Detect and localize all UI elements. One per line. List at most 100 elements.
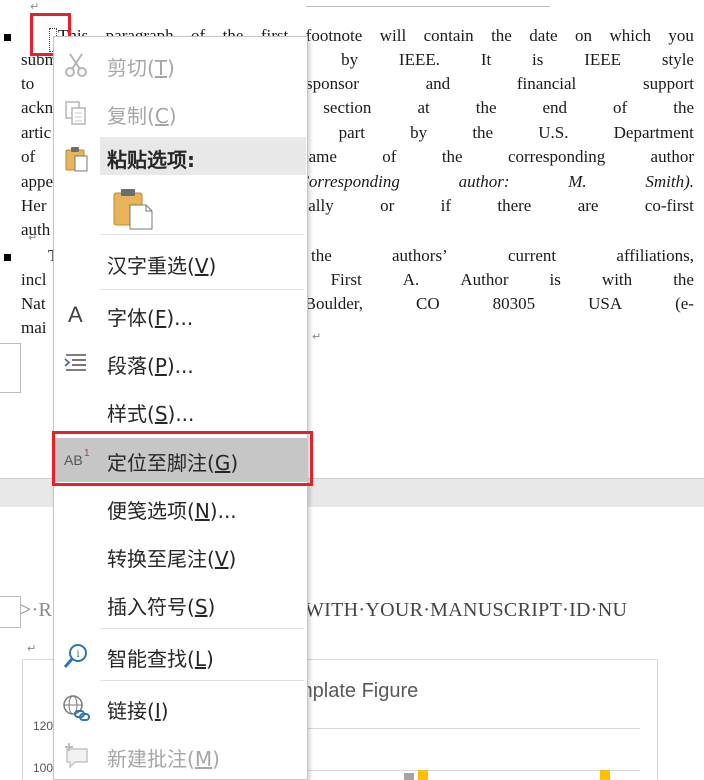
menu-item-paragraph[interactable]: 段落(P)... [54, 341, 307, 385]
menu-item-label: 字体(F)... [107, 306, 194, 330]
menu-item-cut[interactable]: 剪切(T) [54, 43, 307, 87]
chart-bar [600, 770, 610, 780]
text-word: M. [568, 172, 587, 191]
paragraph-mark: ↵ [27, 642, 37, 655]
menu-item-label: 链接(I) [107, 699, 169, 723]
page-margin-marker-2 [0, 596, 21, 628]
menu-item-new-comment[interactable]: 新建批注(M) [54, 734, 307, 778]
text-word: on [575, 26, 593, 45]
text-word: IEEE. [398, 50, 440, 69]
scissors-icon [62, 51, 90, 79]
text-word: appe [21, 172, 54, 191]
text-word: footnote [305, 26, 363, 45]
menu-item-font[interactable]: A 字体(F)... [54, 293, 307, 337]
text-word: you [668, 26, 694, 45]
menu-item-insert-symbol[interactable]: 插入符号(S) [54, 582, 307, 626]
menu-item-label: 剪切(T) [107, 56, 175, 80]
text-word: section [323, 98, 372, 117]
text-word: mai [21, 318, 47, 337]
context-menu: 剪切(T) 复制(C) 粘贴选项: 汉字重选(V) A 字体(F)... 段落( [53, 36, 308, 780]
clipboard-icon [62, 145, 90, 173]
text-word: end [542, 98, 568, 117]
text-word: Smith). [645, 172, 694, 191]
text-word: date [529, 26, 558, 45]
text-word: First [330, 270, 362, 289]
paragraph-mark: ↵ [312, 330, 322, 343]
menu-item-styles[interactable]: 样式(S)... [54, 389, 307, 433]
svg-text:i: i [76, 649, 79, 660]
text-word: 80305 [492, 294, 536, 313]
section-heading-tail: WITH·YOUR·MANUSCRIPT·ID·NU [305, 599, 628, 621]
text-word: author: [458, 172, 510, 191]
text-word: Nat [21, 294, 46, 313]
paragraph-icon [62, 349, 90, 377]
new-comment-icon [62, 742, 90, 770]
text-word: part [338, 123, 365, 142]
text-word: by [341, 50, 359, 69]
smart-lookup-icon: i [62, 642, 90, 670]
text-word: by [410, 123, 428, 142]
section-heading-lead: >·R [20, 599, 53, 621]
text-word: at [417, 98, 430, 117]
text-word: Boulder, [304, 294, 364, 313]
text-word: corresponding [507, 147, 606, 166]
chart-bar [404, 773, 414, 780]
paragraph-mark: ↵ [28, 231, 38, 244]
menu-item-note-options[interactable]: 便笺选项(N)... [54, 486, 307, 530]
menu-separator [100, 234, 304, 235]
menu-item-smart-lookup[interactable]: i 智能查找(L) [54, 634, 307, 678]
page-top-rule [306, 0, 550, 7]
text-word: (e- [675, 294, 694, 313]
menu-item-label: 转换至尾注(V) [107, 547, 237, 571]
copy-icon [62, 99, 90, 127]
menu-separator [100, 680, 304, 681]
text-word: Department [613, 123, 694, 142]
menu-separator [100, 628, 304, 629]
text-word: U.S. [538, 123, 569, 142]
menu-item-convert-to-endnote[interactable]: 转换至尾注(V) [54, 534, 307, 578]
menu-item-label: 智能查找(L) [107, 647, 214, 671]
paste-keep-source-button[interactable] [112, 187, 156, 231]
menu-item-label: 便笺选项(N)... [107, 499, 237, 523]
menu-item-label: 汉字重选(V) [107, 254, 217, 278]
text-word: with [601, 270, 633, 289]
chart-bar [418, 770, 428, 780]
paragraph-mark: ↵ [30, 0, 40, 13]
text-word: the [491, 26, 512, 45]
text-word: of [21, 147, 36, 166]
text-word: to [21, 74, 35, 93]
menu-item-label: 插入符号(S) [107, 595, 216, 619]
text-word: the [441, 147, 463, 166]
text-word: is [532, 50, 544, 69]
text-word: IEEE [584, 50, 622, 69]
paste-options-header: 粘贴选项: [100, 137, 306, 175]
menu-item-label: 段落(P)... [107, 354, 194, 378]
text-word: of [613, 98, 628, 117]
text-word: A. [402, 270, 420, 289]
text-word: the [310, 246, 332, 265]
menu-item-label: 样式(S)... [107, 402, 195, 426]
chart-gridline [300, 728, 640, 729]
menu-item-link[interactable]: 链接(I) [54, 686, 307, 730]
text-word: support [642, 74, 694, 93]
text-word: current [508, 246, 557, 265]
paragraph-bullet-marker [4, 254, 11, 261]
go-to-footnote-highlight [52, 431, 313, 486]
text-word: sponsor [306, 74, 359, 93]
menu-item-label: 新建批注(M) [107, 747, 220, 771]
text-word: financial [516, 74, 577, 93]
menu-item-reconvert[interactable]: 汉字重选(V) [54, 241, 307, 285]
chart-title: mplate Figure [296, 680, 419, 702]
text-word: Author [460, 270, 509, 289]
text-word: incl [21, 270, 47, 289]
text-word: and [425, 74, 451, 93]
text-word: will [379, 26, 407, 45]
text-word: authors’ [392, 246, 448, 265]
menu-item-copy[interactable]: 复制(C) [54, 91, 307, 135]
section-heading[interactable]: >·R WITH·YOUR·MANUSCRIPT·ID·NU [20, 599, 627, 622]
link-icon [62, 694, 90, 722]
text-word: if [440, 196, 452, 215]
text-word: co-first [644, 196, 694, 215]
menu-item-label: 复制(C) [107, 104, 177, 128]
text-word: which [609, 26, 651, 45]
